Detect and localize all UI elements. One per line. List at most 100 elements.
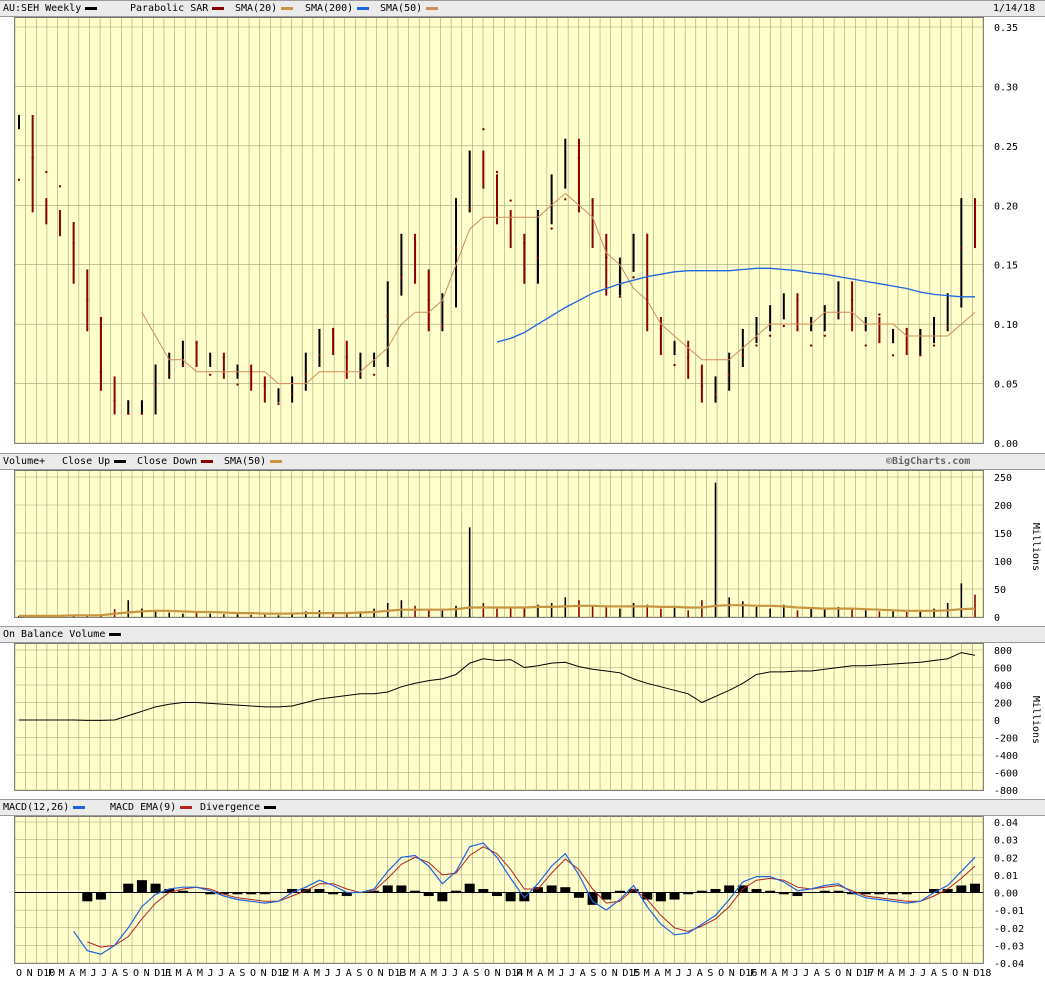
x-tick-label: O: [835, 968, 841, 979]
y-tick-label: 200: [994, 699, 1012, 710]
x-tick-label: D18: [973, 968, 991, 979]
x-tick-label: M: [782, 968, 788, 979]
y-tick-label: -400: [994, 751, 1018, 762]
y-tick-label: -200: [994, 734, 1018, 745]
x-tick-label: M: [410, 968, 416, 979]
x-tick-label: A: [303, 968, 309, 979]
sma50-legend: SMA(50): [380, 3, 439, 14]
x-tick-label: F: [165, 968, 171, 979]
y-tick-label: 0.15: [994, 261, 1018, 272]
sma20-swatch: [281, 6, 294, 10]
price-swatch: [85, 6, 98, 10]
x-tick-label: S: [122, 968, 128, 979]
x-tick-label: A: [537, 968, 543, 979]
vol-sma-text: SMA(50): [224, 456, 267, 467]
y-tick-label: 200: [994, 501, 1012, 512]
y-tick-label: 100: [994, 557, 1012, 568]
x-tick-label: S: [473, 968, 479, 979]
x-tick-label: A: [346, 968, 352, 979]
x-tick-label: S: [356, 968, 362, 979]
macd-text: MACD(12,26): [3, 802, 70, 813]
x-tick-label: N: [144, 968, 150, 979]
x-tick-label: O: [250, 968, 256, 979]
x-tick-label: A: [654, 968, 660, 979]
x-tick-label: A: [580, 968, 586, 979]
bigcharts-credit: ©BigCharts.com: [886, 456, 971, 467]
symbol-label: AU:SEH Weekly: [3, 3, 98, 14]
x-tick-label: J: [452, 968, 458, 979]
macd-ema-text: MACD EMA(9): [110, 802, 177, 813]
x-tick-label: M: [176, 968, 182, 979]
x-tick-label: O: [601, 968, 607, 979]
y-tick-label: -600: [994, 769, 1018, 780]
x-tick-label: F: [48, 968, 54, 979]
x-tick-label: J: [803, 968, 809, 979]
x-tick-label: N: [495, 968, 501, 979]
sma50-text: SMA(50): [380, 3, 423, 14]
x-tick-label: N: [729, 968, 735, 979]
x-tick-label: M: [761, 968, 767, 979]
y-tick-label: 0: [994, 613, 1000, 624]
vol-sma-swatch: [270, 459, 283, 463]
x-tick-label: A: [771, 968, 777, 979]
x-tick-label: A: [420, 968, 426, 979]
y-axis-unit-label: Millions: [1030, 523, 1041, 571]
close-up-legend: Close Up: [62, 456, 127, 467]
x-tick-label: D12: [271, 968, 289, 979]
y-tick-label: 0.25: [994, 142, 1018, 153]
vol-sma-legend: SMA(50): [224, 456, 283, 467]
macd-legend: MACD(12,26): [3, 802, 86, 813]
y-tick-label: 0.00: [994, 439, 1018, 450]
x-tick-label: M: [59, 968, 65, 979]
x-tick-label: D15: [622, 968, 640, 979]
divergence-swatch: [264, 805, 277, 809]
x-tick-label: J: [569, 968, 575, 979]
close-up-text: Close Up: [62, 456, 111, 467]
y-tick-label: 0.10: [994, 320, 1018, 331]
x-tick-label: J: [676, 968, 682, 979]
x-tick-label: A: [814, 968, 820, 979]
x-tick-label: O: [952, 968, 958, 979]
x-tick-label: N: [27, 968, 33, 979]
x-tick-label: N: [378, 968, 384, 979]
x-tick-label: N: [261, 968, 267, 979]
x-tick-label: D11: [154, 968, 172, 979]
x-tick-label: M: [314, 968, 320, 979]
volume-legend-bar: Volume+ Close Up Close Down SMA(50) ©Big…: [0, 453, 1045, 470]
sma20-legend: SMA(20): [235, 3, 294, 14]
close-up-swatch: [114, 459, 127, 463]
x-tick-label: M: [644, 968, 650, 979]
x-tick-label: N: [846, 968, 852, 979]
price-legend-bar: AU:SEH Weekly Parabolic SAR SMA(20) SMA(…: [0, 0, 1045, 17]
x-tick-label: J: [441, 968, 447, 979]
x-tick-label: A: [888, 968, 894, 979]
x-tick-label: J: [218, 968, 224, 979]
volume-label: Volume+: [3, 456, 46, 467]
x-tick-label: M: [527, 968, 533, 979]
x-tick-label: M: [431, 968, 437, 979]
x-tick-label: J: [793, 968, 799, 979]
y-axis-unit-label: Millions: [1030, 696, 1041, 744]
x-tick-label: J: [910, 968, 916, 979]
x-tick-label: J: [101, 968, 107, 979]
x-tick-label: J: [686, 968, 692, 979]
macd-legend-bar: MACD(12,26) MACD EMA(9) Divergence: [0, 799, 1045, 816]
x-tick-label: F: [750, 968, 756, 979]
x-tick-label: A: [229, 968, 235, 979]
x-tick-label: J: [90, 968, 96, 979]
x-tick-label: D16: [739, 968, 757, 979]
divergence-legend: Divergence: [200, 802, 277, 813]
x-tick-label: N: [612, 968, 618, 979]
x-tick-label: S: [941, 968, 947, 979]
y-tick-label: 50: [994, 585, 1006, 596]
x-tick-label: A: [463, 968, 469, 979]
sma50-swatch: [426, 6, 439, 10]
y-tick-label: -0.01: [994, 906, 1024, 917]
y-tick-label: -0.02: [994, 924, 1024, 935]
x-tick-label: F: [399, 968, 405, 979]
y-tick-label: 0.00: [994, 889, 1018, 900]
chart-date: 1/14/18: [993, 3, 1036, 14]
x-tick-label: D14: [505, 968, 523, 979]
y-tick-label: 0.03: [994, 836, 1018, 847]
x-tick-label: M: [293, 968, 299, 979]
